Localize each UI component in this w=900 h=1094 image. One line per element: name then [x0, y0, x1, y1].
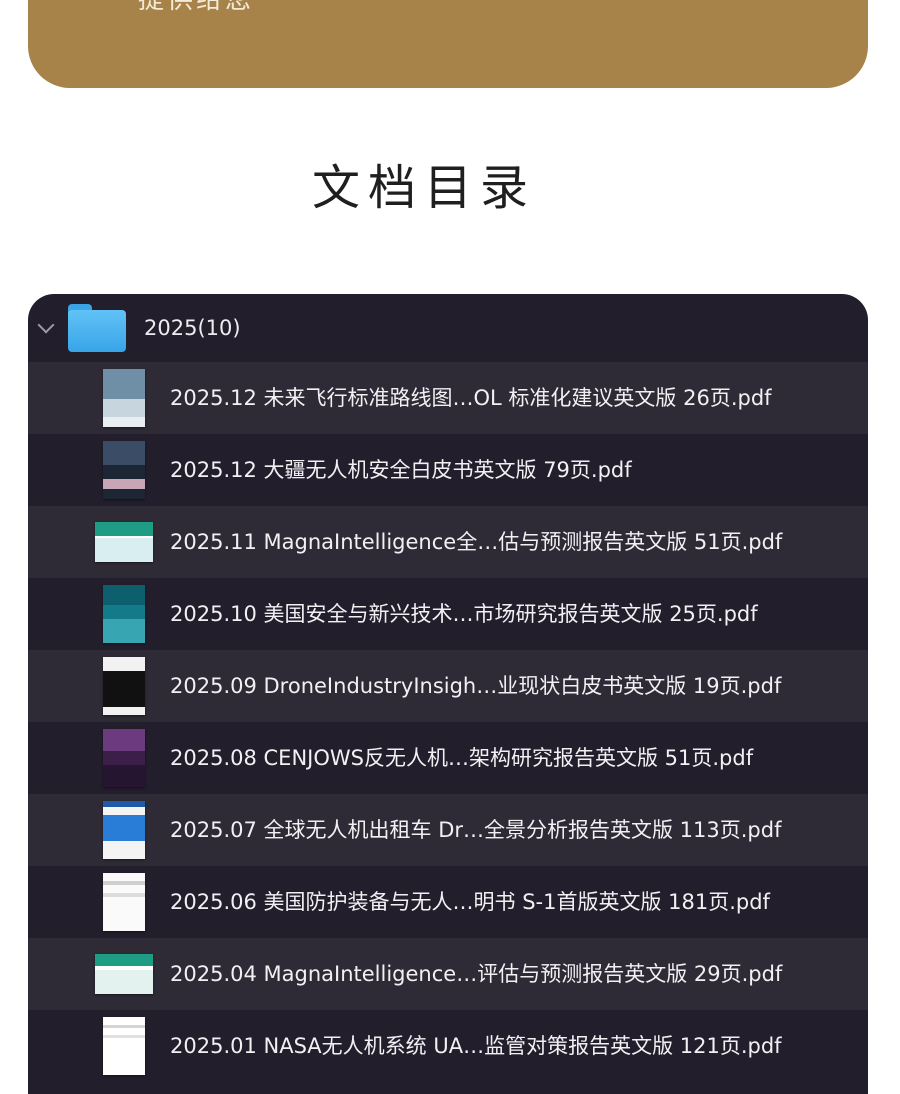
pdf-thumbnail-icon	[94, 434, 154, 506]
file-name: 2025.01 NASA无人机系统 UA…监管对策报告英文版 121页.pdf	[170, 1034, 782, 1058]
pdf-thumbnail-icon	[94, 1010, 154, 1082]
file-row[interactable]: 2025.04 MagnaIntelligence…评估与预测报告英文版 29页…	[28, 938, 868, 1010]
file-row[interactable]: 2025.10 美国安全与新兴技术…市场研究报告英文版 25页.pdf	[28, 578, 868, 650]
file-name: 2025.10 美国安全与新兴技术…市场研究报告英文版 25页.pdf	[170, 602, 758, 626]
pdf-thumbnail-icon	[94, 650, 154, 722]
folder-icon	[68, 304, 126, 352]
file-row[interactable]: 2025.12 大疆无人机安全白皮书英文版 79页.pdf	[28, 434, 868, 506]
banner-text: 提供给您	[138, 0, 255, 15]
file-row[interactable]: 2025.09 DroneIndustryInsigh…业现状白皮书英文版 19…	[28, 650, 868, 722]
folder-name: 2025(10)	[144, 316, 241, 340]
file-row[interactable]: 2025.01 NASA无人机系统 UA…监管对策报告英文版 121页.pdf	[28, 1010, 868, 1082]
file-row[interactable]: 2025.11 MagnaIntelligence全…估与预测报告英文版 51页…	[28, 506, 868, 578]
file-name: 2025.04 MagnaIntelligence…评估与预测报告英文版 29页…	[170, 962, 783, 986]
file-name: 2025.12 大疆无人机安全白皮书英文版 79页.pdf	[170, 458, 632, 482]
file-browser: 2025(10) 2025.12 未来飞行标准路线图…OL 标准化建议英文版 2…	[28, 294, 868, 1094]
file-row[interactable]: 2025.06 美国防护装备与无人…明书 S-1首版英文版 181页.pdf	[28, 866, 868, 938]
file-name: 2025.08 CENJOWS反无人机…架构研究报告英文版 51页.pdf	[170, 746, 754, 770]
file-name: 2025.09 DroneIndustryInsigh…业现状白皮书英文版 19…	[170, 674, 782, 698]
page-title: 文档目录	[311, 160, 536, 216]
pdf-thumbnail-icon	[94, 722, 154, 794]
file-name: 2025.06 美国防护装备与无人…明书 S-1首版英文版 181页.pdf	[170, 890, 770, 914]
pdf-thumbnail-icon	[94, 506, 154, 578]
file-name: 2025.12 未来飞行标准路线图…OL 标准化建议英文版 26页.pdf	[170, 386, 772, 410]
file-name: 2025.07 全球无人机出租车 Dr…全景分析报告英文版 113页.pdf	[170, 818, 782, 842]
chevron-down-icon[interactable]	[37, 316, 55, 334]
file-row[interactable]: 2025.08 CENJOWS反无人机…架构研究报告英文版 51页.pdf	[28, 722, 868, 794]
folder-row[interactable]: 2025(10)	[28, 294, 868, 362]
pdf-thumbnail-icon	[94, 866, 154, 938]
file-name: 2025.11 MagnaIntelligence全…估与预测报告英文版 51页…	[170, 530, 783, 554]
pdf-thumbnail-icon	[94, 794, 154, 866]
pdf-thumbnail-icon	[94, 578, 154, 650]
file-row[interactable]: 2025.07 全球无人机出租车 Dr…全景分析报告英文版 113页.pdf	[28, 794, 868, 866]
promo-banner: 提供给您	[28, 0, 868, 88]
file-row[interactable]: 2025.12 未来飞行标准路线图…OL 标准化建议英文版 26页.pdf	[28, 362, 868, 434]
pdf-thumbnail-icon	[94, 362, 154, 434]
pdf-thumbnail-icon	[94, 938, 154, 1010]
file-list: 2025.12 未来飞行标准路线图…OL 标准化建议英文版 26页.pdf 202…	[28, 362, 868, 1082]
